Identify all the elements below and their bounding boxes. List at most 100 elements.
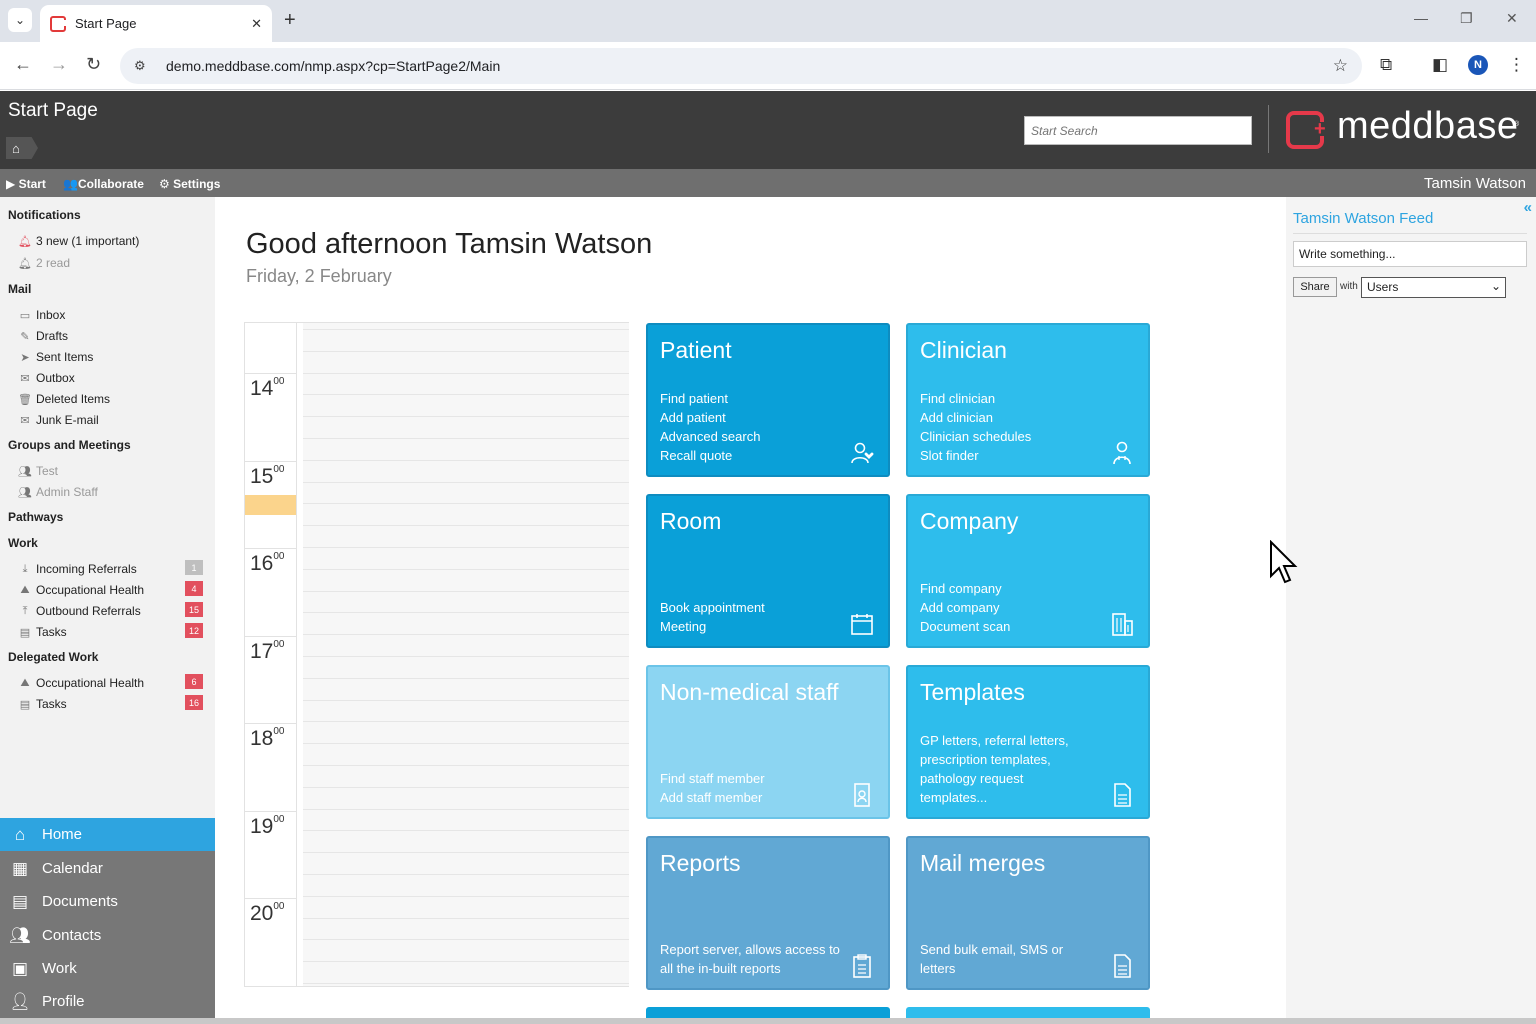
tab-search-button[interactable]: ⌄ — [8, 8, 32, 32]
tile-link[interactable]: Add clinician — [920, 408, 1031, 427]
work-occupational-health[interactable]: ⛰ Occupational Health 4 — [18, 581, 203, 597]
nav-calendar[interactable]: ▦ Calendar — [0, 852, 215, 885]
tile-title: Non-medical staff — [660, 679, 839, 705]
home-breadcrumb-icon[interactable]: ⌂ — [6, 137, 38, 159]
mail-deleted[interactable]: 🗑︎ Deleted Items — [18, 392, 203, 406]
current-user-name[interactable]: Tamsin Watson — [1424, 175, 1526, 192]
calendar-slot-line — [303, 918, 629, 919]
count-badge: 16 — [185, 695, 203, 710]
notifications-new[interactable]: 🔔︎ 3 new (1 important) — [18, 234, 203, 248]
minimize-icon[interactable]: — — [1414, 10, 1428, 26]
calendar-hour-label: 1700 — [250, 638, 285, 663]
app-menubar: ▶ Start 👥Collaborate ⚙ Settings Tamsin W… — [0, 169, 1536, 197]
tile-patient[interactable]: Patient Find patient Add patient Advanced … — [646, 323, 890, 477]
tile-templates[interactable]: Templates GP letters, referral letters, p… — [906, 665, 1150, 819]
junk-icon: ✉ — [20, 414, 30, 427]
tile-link[interactable]: Add staff member — [660, 788, 765, 807]
browser-tab[interactable]: Start Page ✕ — [40, 5, 272, 42]
collapse-feed-icon[interactable]: « — [1524, 199, 1532, 216]
share-button[interactable]: Share — [1293, 277, 1337, 297]
tile-link[interactable]: Add patient — [660, 408, 760, 427]
greeting-heading: Good afternoon Tamsin Watson — [246, 228, 653, 260]
calendar-slot-line — [303, 961, 629, 962]
tile-link[interactable]: Find clinician — [920, 389, 1031, 408]
feed-post-input[interactable]: Write something... — [1293, 241, 1527, 267]
tile-link[interactable]: Find staff member — [660, 769, 765, 788]
current-time-marker — [245, 495, 296, 515]
group-icon: 👥︎ — [18, 465, 32, 478]
browser-menu-icon[interactable]: ⋮ — [1508, 55, 1525, 75]
mail-sent[interactable]: ➤ Sent Items — [18, 350, 203, 364]
pathways-heading[interactable]: Pathways — [8, 510, 63, 524]
calendar-slot-line — [303, 830, 629, 831]
tile-non-medical-staff[interactable]: Non-medical staff Find staff member Add s… — [646, 665, 890, 819]
tile-clinician[interactable]: Clinician Find clinician Add clinician Cli… — [906, 323, 1150, 477]
mail-inbox[interactable]: ▭ Inbox — [18, 308, 203, 322]
work-incoming-referrals[interactable]: ⤓ Incoming Referrals 1 — [18, 560, 203, 576]
tile-link: pathology request — [920, 771, 1024, 786]
tile-link[interactable]: Find patient — [660, 389, 760, 408]
tile-link[interactable]: Meeting — [660, 617, 765, 636]
calendar-slot-line — [303, 634, 629, 635]
calendar-hour-label: 1600 — [250, 551, 285, 575]
tile-link[interactable]: Slot finder — [920, 446, 1031, 465]
nav-work[interactable]: ▣ Work — [0, 952, 215, 985]
calendar-slot-line — [303, 329, 629, 330]
tile-link[interactable]: Recall quote — [660, 446, 760, 465]
site-info-icon[interactable]: ⚙ — [134, 58, 152, 74]
tile-mail-merges[interactable]: Mail merges Send bulk email, SMS or lette… — [906, 836, 1150, 990]
nav-documents[interactable]: ▤ Documents — [0, 885, 215, 918]
forward-icon[interactable]: → — [50, 54, 68, 75]
calendar-slot-line — [303, 874, 629, 875]
menu-start[interactable]: ▶ Start — [6, 177, 46, 191]
tile-link[interactable]: Clinician schedules — [920, 427, 1031, 446]
work-clipboard-icon: ▣ — [11, 958, 29, 978]
tile-partial[interactable] — [906, 1007, 1150, 1018]
bookmark-star-icon[interactable]: ☆ — [1333, 56, 1348, 76]
tile-link[interactable]: Document scan — [920, 617, 1010, 636]
tab-close-icon[interactable]: ✕ — [251, 16, 262, 32]
delegated-occupational-health[interactable]: ⛰ Occupational Health 6 — [18, 674, 203, 690]
menu-collaborate[interactable]: 👥Collaborate — [63, 177, 144, 191]
work-outbound-referrals[interactable]: ⤒ Outbound Referrals 15 — [18, 602, 203, 618]
tile-link[interactable]: Book appointment — [660, 598, 765, 617]
tile-reports[interactable]: Reports Report server, allows access to a… — [646, 836, 890, 990]
calendar-slot-line — [303, 852, 629, 853]
calendar-slot-line — [303, 351, 629, 352]
start-search-input[interactable] — [1024, 116, 1252, 145]
logo-text: meddbase — [1337, 105, 1519, 147]
tile-room[interactable]: Room Book appointment Meeting — [646, 494, 890, 648]
menu-settings[interactable]: ⚙ Settings — [159, 177, 220, 191]
tile-link[interactable]: Find company — [920, 579, 1010, 598]
extensions-icon[interactable]: ⧉ — [1380, 55, 1392, 75]
nav-profile[interactable]: 👤︎ Profile — [0, 985, 215, 1018]
tile-partial[interactable] — [646, 1007, 890, 1018]
calendar-slot-line — [303, 656, 629, 657]
tile-link[interactable]: Advanced search — [660, 427, 760, 446]
tile-link[interactable]: Add company — [920, 598, 1010, 617]
mail-drafts[interactable]: ✎ Drafts — [18, 329, 203, 343]
group-admin-staff[interactable]: 👥︎ Admin Staff — [18, 485, 203, 499]
restore-icon[interactable]: ❐ — [1460, 10, 1473, 27]
tile-company[interactable]: Company Find company Add company Document … — [906, 494, 1150, 648]
nav-contacts[interactable]: 👥︎ Contacts — [0, 919, 215, 952]
back-icon[interactable]: ← — [14, 54, 32, 75]
delegated-tasks[interactable]: ▤ Tasks 16 — [18, 695, 203, 711]
notifications-read[interactable]: 🔔︎ 2 read — [18, 256, 203, 270]
close-window-icon[interactable]: ✕ — [1506, 10, 1518, 27]
activity-feed: « Tamsin Watson Feed Write something... … — [1286, 197, 1536, 1018]
group-test[interactable]: 👥︎ Test — [18, 464, 203, 478]
share-audience-select[interactable]: Users ⌄ — [1361, 277, 1506, 298]
mail-outbox[interactable]: ✉ Outbox — [18, 371, 203, 385]
work-tasks[interactable]: ▤ Tasks 12 — [18, 623, 203, 639]
count-badge: 15 — [185, 602, 203, 617]
nav-home[interactable]: ⌂ Home — [0, 818, 215, 851]
new-tab-button[interactable]: + — [284, 9, 296, 32]
reload-icon[interactable]: ↻ — [86, 54, 101, 75]
side-panel-icon[interactable]: ◧ — [1432, 55, 1448, 75]
calendar-slots[interactable] — [303, 323, 629, 986]
url-field[interactable]: ⚙ demo.meddbase.com/nmp.aspx?cp=StartPag… — [120, 48, 1362, 84]
mail-junk[interactable]: ✉ Junk E-mail — [18, 413, 203, 427]
clipboard-icon: ▤ — [19, 698, 31, 711]
profile-avatar[interactable]: N — [1468, 55, 1488, 75]
